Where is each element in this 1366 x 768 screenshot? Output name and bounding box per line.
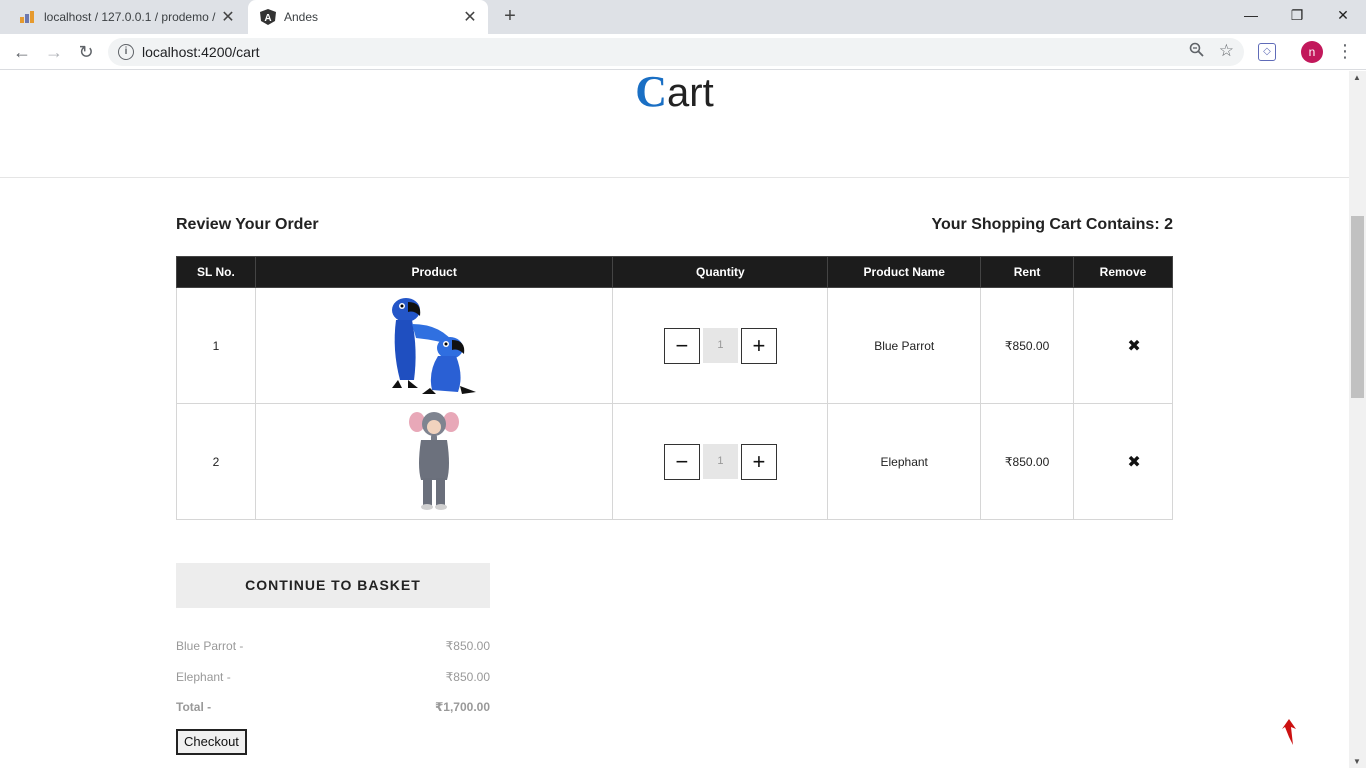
forward-icon[interactable]: → (42, 40, 66, 64)
scroll-down-icon[interactable]: ▼ (1353, 757, 1361, 766)
zoom-icon[interactable] (1189, 42, 1204, 61)
tab-title: Andes (284, 10, 319, 24)
remove-cell: ✖ (1073, 287, 1173, 404)
rent-value: ₹850.00 (980, 287, 1075, 404)
extension-icon[interactable]: ◇ (1258, 43, 1276, 61)
summary-value: ₹850.00 (445, 639, 490, 653)
page-title-rest: art (667, 71, 714, 115)
column-header: Quantity (612, 256, 829, 288)
review-heading: Review Your Order (176, 216, 319, 233)
increase-quantity-button[interactable]: + (740, 443, 777, 480)
product-image[interactable] (254, 403, 614, 520)
sl-number: 2 (176, 403, 256, 520)
column-header: Rent (980, 256, 1075, 288)
column-header: Remove (1073, 256, 1173, 288)
browser-toolbar: ← → ↻ i localhost:4200/cart ☆ ◇ n ⋮ (0, 34, 1366, 70)
rent-value: ₹850.00 (980, 403, 1075, 520)
column-header: SL No. (176, 256, 256, 288)
quantity-input[interactable]: 1 (702, 444, 738, 479)
column-header: Product (254, 256, 614, 288)
summary-label: Total - (176, 700, 212, 714)
quantity-cell: − 1 + (612, 287, 829, 404)
phpmyadmin-icon (20, 9, 36, 25)
summary-value: ₹850.00 (445, 670, 490, 684)
back-to-top-icon[interactable] (1280, 719, 1298, 745)
elephant-costume-image (409, 412, 460, 510)
header-divider (0, 177, 1349, 178)
cart-table: SL No. Product Quantity Product Name Ren… (176, 256, 1173, 520)
page-title-initial: C (635, 71, 668, 116)
summary-row: Elephant - ₹850.00 (176, 670, 490, 684)
close-window-icon[interactable]: ✕ (1320, 0, 1366, 30)
summary-value: ₹1,700.00 (434, 700, 490, 714)
url-text[interactable]: localhost:4200/cart (142, 44, 260, 60)
blue-parrot-costume-image (392, 298, 477, 394)
svg-text:A: A (264, 13, 271, 24)
page-title: Cart (0, 71, 1349, 114)
reload-icon[interactable]: ↻ (74, 40, 98, 64)
summary-total-row: Total - ₹1,700.00 (176, 700, 490, 714)
bookmark-star-icon[interactable]: ☆ (1219, 41, 1234, 61)
sl-number: 1 (176, 287, 256, 404)
column-header: Product Name (827, 256, 982, 288)
back-icon[interactable]: ← (10, 40, 34, 64)
remove-item-icon[interactable]: ✖ (1127, 336, 1140, 356)
new-tab-button[interactable]: + (498, 5, 522, 29)
cart-count: Your Shopping Cart Contains: 2 (931, 216, 1173, 233)
close-tab-icon[interactable]: ✕ (458, 7, 482, 27)
product-name: Elephant (827, 403, 982, 520)
angular-icon: A (260, 9, 276, 25)
remove-cell: ✖ (1073, 403, 1173, 520)
tab-title: localhost / 127.0.0.1 / prodemo / (44, 10, 216, 24)
decrease-quantity-button[interactable]: − (663, 443, 700, 480)
increase-quantity-button[interactable]: + (740, 327, 777, 364)
scroll-up-icon[interactable]: ▲ (1353, 73, 1361, 82)
browser-menu-icon[interactable]: ⋮ (1336, 41, 1354, 63)
page-viewport: Cart Review Your Order Your Shopping Car… (0, 71, 1349, 768)
quantity-cell: − 1 + (612, 403, 829, 520)
address-bar[interactable]: i localhost:4200/cart ☆ (108, 38, 1244, 66)
product-image[interactable] (254, 287, 614, 404)
table-row: 2 − 1 + Elephant ₹850.00 ✖ (176, 403, 1173, 520)
product-name: Blue Parrot (827, 287, 982, 404)
quantity-input[interactable]: 1 (702, 328, 738, 363)
summary-label: Blue Parrot - (176, 639, 244, 653)
quantity-stepper: − 1 + (663, 443, 777, 480)
table-header-row: SL No. Product Quantity Product Name Ren… (176, 256, 1173, 288)
page-scrollbar[interactable]: ▲ ▼ (1349, 71, 1366, 768)
profile-avatar[interactable]: n (1301, 41, 1323, 63)
restore-icon[interactable]: ❐ (1274, 0, 1320, 30)
checkout-button[interactable]: Checkout (176, 729, 247, 755)
site-info-icon[interactable]: i (118, 44, 134, 60)
minimize-icon[interactable]: — (1228, 0, 1274, 30)
browser-tab-strip: localhost / 127.0.0.1 / prodemo / ✕ A An… (0, 0, 1366, 34)
summary-row: Blue Parrot - ₹850.00 (176, 639, 490, 653)
tab-andes[interactable]: A Andes ✕ (248, 0, 488, 34)
tab-phpmyadmin[interactable]: localhost / 127.0.0.1 / prodemo / ✕ (8, 0, 246, 34)
summary-label: Elephant - (176, 670, 231, 684)
decrease-quantity-button[interactable]: − (663, 327, 700, 364)
quantity-stepper: − 1 + (663, 327, 777, 364)
remove-item-icon[interactable]: ✖ (1127, 452, 1140, 472)
close-tab-icon[interactable]: ✕ (216, 7, 240, 27)
continue-to-basket-button[interactable]: CONTINUE TO BASKET (176, 563, 490, 608)
scrollbar-thumb[interactable] (1351, 216, 1364, 398)
table-row: 1 − 1 + Blue Parrot ₹850.00 ✖ (176, 287, 1173, 404)
